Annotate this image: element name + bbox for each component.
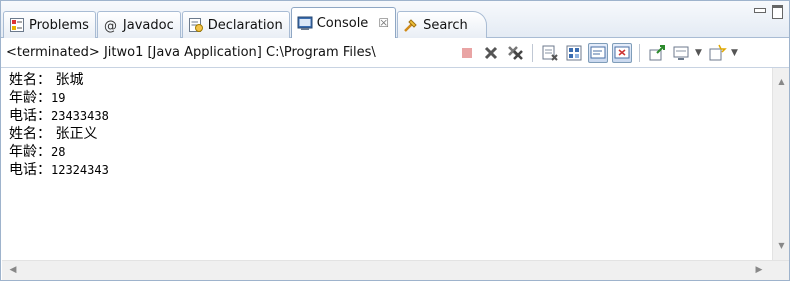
console-output[interactable]: 姓名： 张城 年龄： 19 电话： 23433438 姓名： 张正义 年龄： 28 电… — [2, 68, 772, 260]
remove-launch-icon[interactable] — [481, 43, 501, 63]
console-line: 电话： 23433438 — [9, 108, 109, 124]
show-on-stderr-icon[interactable] — [612, 42, 632, 63]
tab-label: Javadoc — [122, 17, 174, 33]
view-controls — [753, 5, 783, 19]
console-tools: ▼ ▼ — [457, 42, 739, 63]
scroll-down-icon[interactable]: ▼ — [773, 238, 790, 254]
scroll-up-icon[interactable]: ▲ — [773, 74, 790, 90]
console-line: 电话： 12324343 — [9, 162, 109, 178]
scroll-lock-icon[interactable] — [564, 43, 584, 63]
scroll-left-icon[interactable]: ◀ — [5, 261, 21, 280]
console-line: 年龄： 28 — [9, 144, 66, 160]
console-view: Problems @ Javadoc Declaration Console ☒ — [0, 0, 790, 281]
console-line: 姓名： 张正义 — [9, 126, 98, 142]
tab-label: Declaration — [207, 17, 283, 33]
close-icon[interactable]: ☒ — [378, 16, 389, 30]
show-on-stdout-icon[interactable] — [588, 42, 608, 63]
scroll-right-icon[interactable]: ▶ — [751, 261, 767, 280]
tab-problems[interactable]: Problems — [3, 11, 96, 38]
process-label: <terminated> Jitwo1 [Java Application] C… — [6, 45, 376, 60]
console-line: 姓名： 张城 — [9, 72, 84, 88]
remove-all-terminated-icon[interactable] — [505, 43, 525, 63]
view-tab-bar: Problems @ Javadoc Declaration Console ☒ — [1, 1, 789, 38]
toolbar-separator — [532, 43, 533, 62]
clear-console-icon[interactable] — [540, 43, 560, 63]
minimize-icon[interactable] — [753, 5, 766, 15]
tab-label: Search — [423, 17, 468, 33]
view-tabs: Problems @ Javadoc Declaration Console ☒ — [3, 7, 488, 38]
declaration-icon — [188, 17, 204, 33]
tab-search[interactable]: Search — [397, 11, 487, 38]
toolbar-separator — [639, 43, 640, 62]
search-icon — [403, 17, 419, 33]
terminate-icon[interactable] — [457, 43, 477, 63]
tab-javadoc[interactable]: @ Javadoc — [96, 11, 181, 38]
console-line: 年龄： 19 — [9, 90, 66, 106]
tab-label: Problems — [29, 17, 89, 33]
javadoc-icon: @ — [103, 17, 119, 34]
svg-text:@: @ — [104, 19, 117, 33]
tab-label: Console — [316, 15, 369, 31]
display-selected-console-icon[interactable] — [671, 43, 691, 63]
tab-declaration[interactable]: Declaration — [181, 11, 290, 38]
open-console-icon[interactable] — [707, 43, 727, 63]
maximize-icon[interactable] — [771, 5, 783, 19]
tab-console[interactable]: Console ☒ — [290, 7, 397, 38]
console-toolbar: <terminated> Jitwo1 [Java Application] C… — [1, 38, 789, 68]
horizontal-scrollbar[interactable]: ◀ ▶ — [2, 260, 789, 280]
chevron-down-icon[interactable]: ▼ — [731, 48, 739, 58]
pin-console-icon[interactable] — [647, 43, 667, 63]
chevron-down-icon[interactable]: ▼ — [695, 48, 703, 58]
problems-icon — [9, 17, 25, 33]
vertical-scrollbar[interactable]: ▲ ▼ — [772, 68, 789, 260]
console-icon — [297, 15, 313, 31]
